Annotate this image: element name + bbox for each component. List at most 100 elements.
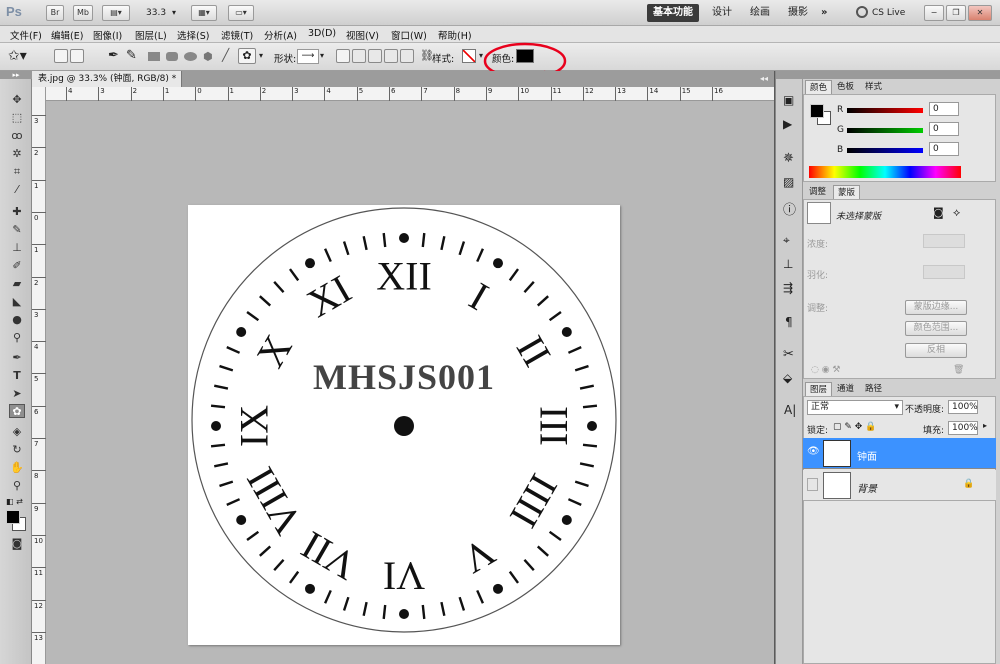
menu-analysis[interactable]: 分析(A) [264, 28, 297, 42]
tab-adjustments[interactable]: 调整 [805, 185, 830, 199]
subtract-shape-area-button[interactable] [368, 49, 382, 63]
brushes-panel-icon[interactable]: ⌖ [783, 233, 790, 248]
3d-rotate-icon[interactable]: ◈ [9, 425, 25, 439]
blue-slider[interactable] [847, 148, 923, 153]
workspace-essentials[interactable]: 基本功能 [647, 4, 699, 22]
shape-layers-button[interactable] [54, 49, 68, 63]
document-canvas[interactable]: XII I II III IIII V VI VII VIII IX X XI MHSJS001 [188, 205, 620, 645]
mask-delete-icon[interactable]: 🗑 [953, 365, 964, 375]
menu-select[interactable]: 选择(S) [177, 28, 209, 42]
path-selection-icon[interactable]: ➤ [9, 387, 25, 401]
tool-presets-icon[interactable]: ⇶ [783, 281, 793, 295]
workspace-design[interactable]: 设计 [706, 4, 738, 22]
vertical-ruler[interactable]: 3 2 1 0 1 2 3 4 5 6 7 8 9 10 11 12 13 [32, 87, 46, 664]
eyedropper-tool-icon[interactable]: ⁄ [9, 183, 25, 197]
healing-brush-icon[interactable]: ✚ [9, 205, 25, 219]
layer-row-background[interactable]: 背景 🔒 [803, 470, 996, 501]
panel-fg-swatch[interactable] [810, 104, 824, 118]
feather-field[interactable] [923, 265, 965, 279]
document-tab[interactable]: 表.jpg @ 33.3% (钟面, RGB/8) * × [32, 71, 182, 100]
character-panel-icon[interactable]: A| [784, 403, 796, 417]
animation-panel-icon[interactable]: ▨ [783, 175, 794, 189]
dodge-tool-icon[interactable]: ⚲ [9, 331, 25, 345]
minimize-button[interactable]: − [924, 5, 944, 21]
crop-tool-icon[interactable]: ⌗ [9, 165, 25, 179]
paragraph-panel-icon[interactable]: ¶ [785, 315, 793, 329]
fill-value[interactable]: 100% [948, 421, 978, 435]
tab-masks[interactable]: 蒙版 [833, 185, 861, 199]
menu-file[interactable]: 文件(F) [10, 28, 42, 42]
new-shape-layer-button[interactable] [336, 49, 350, 63]
tab-styles[interactable]: 样式 [861, 80, 886, 94]
history-panel-icon[interactable]: ▣ [783, 93, 794, 107]
rounded-rectangle-icon[interactable] [166, 52, 178, 61]
toolbox-collapse-icon[interactable]: ▸▸ [0, 71, 32, 79]
freeform-pen-icon[interactable]: ✎ [126, 48, 137, 63]
paths-button[interactable] [70, 49, 84, 63]
menu-filter[interactable]: 滤镜(T) [221, 28, 253, 42]
view-extras-button[interactable]: ▤▾ [102, 5, 130, 21]
zoom-tool-icon[interactable]: ⚲ [9, 479, 25, 493]
blue-value[interactable]: 0 [929, 142, 959, 156]
vector-mask-icon[interactable]: ⟡ [953, 206, 960, 220]
default-colors-icon[interactable]: ◧ ⇄ [6, 497, 23, 506]
clone-stamp-icon[interactable]: ⊥ [9, 241, 25, 255]
zoom-dropdown-icon[interactable]: ▾ [172, 8, 176, 17]
menu-layer[interactable]: 图层(L) [135, 28, 167, 42]
menu-edit[interactable]: 编辑(E) [51, 28, 83, 42]
green-value[interactable]: 0 [929, 122, 959, 136]
exclude-shape-area-button[interactable] [400, 49, 414, 63]
fill-dropdown-icon[interactable]: ▸ [983, 421, 987, 430]
style-picker-swatch[interactable] [462, 49, 476, 63]
cslive-icon[interactable] [856, 6, 868, 18]
mask-edge-button[interactable]: 蒙版边缘... [905, 300, 967, 315]
type-tool-icon[interactable]: T [9, 369, 25, 383]
color-range-button[interactable]: 颜色范围... [905, 321, 967, 336]
pixel-mask-icon[interactable]: ◙ [933, 206, 944, 219]
bridge-button[interactable]: Br [46, 5, 64, 21]
menu-3d[interactable]: 3D(D) [308, 28, 336, 39]
zoom-level[interactable]: 33.3 [146, 8, 166, 18]
restore-button[interactable]: ❐ [946, 5, 966, 21]
line-shape-icon[interactable]: ╱ [222, 48, 229, 62]
ellipse-shape-icon[interactable] [184, 52, 197, 61]
green-slider[interactable] [847, 128, 923, 133]
tab-channels[interactable]: 通道 [833, 382, 858, 396]
tool-preset-icon[interactable]: ✩▾ [8, 48, 27, 64]
tab-paths[interactable]: 路径 [861, 382, 886, 396]
shape-picker[interactable]: ⟶ [297, 49, 319, 64]
move-tool-icon[interactable]: ✥ [9, 93, 25, 107]
actions-panel-icon[interactable]: ▶ [783, 117, 792, 131]
info-panel-icon[interactable]: ⓘ [783, 199, 796, 218]
brush-tool-icon[interactable]: ✎ [9, 223, 25, 237]
density-field[interactable] [923, 234, 965, 248]
custom-shape-tool-icon[interactable]: ✿ [9, 404, 25, 418]
styles-panel-icon[interactable]: ⬙ [783, 371, 792, 385]
red-slider[interactable] [847, 108, 923, 113]
layer-name[interactable]: 钟面 [857, 448, 877, 463]
foreground-color-swatch[interactable] [6, 510, 20, 524]
pen-tool-sidebar-icon[interactable]: ✒ [9, 351, 25, 365]
shape-dropdown-icon[interactable]: ▾ [259, 51, 263, 60]
fill-pixels-button[interactable] [86, 49, 100, 63]
tab-swatches[interactable]: 色板 [833, 80, 858, 94]
eraser-tool-icon[interactable]: ▰ [9, 277, 25, 291]
horizontal-ruler[interactable]: 4 3 2 1 0 1 2 3 4 5 6 7 8 9 10 11 12 13 14 15 16 [46, 87, 774, 101]
menu-help[interactable]: 帮助(H) [438, 28, 472, 42]
tab-color[interactable]: 颜色 [805, 80, 833, 94]
hand-tool-icon[interactable]: ✋ [9, 461, 25, 475]
intersect-shape-area-button[interactable] [384, 49, 398, 63]
3d-orbit-icon[interactable]: ↻ [9, 443, 25, 457]
screen-mode-button[interactable]: ▭▾ [228, 5, 254, 21]
rectangle-shape-icon[interactable] [148, 52, 160, 61]
menu-window[interactable]: 窗口(W) [391, 28, 427, 42]
quick-selection-icon[interactable]: ✲ [9, 147, 25, 161]
mask-footer-icons[interactable]: ◌ ◉ ⚒ [811, 365, 841, 375]
clone-source-icon[interactable]: ⊥ [783, 257, 793, 271]
blend-mode-select[interactable]: 正常 ▾ [807, 400, 903, 415]
3d-panel-icon[interactable]: ✵ [783, 151, 794, 166]
lasso-tool-icon[interactable]: ꝏ [9, 129, 25, 143]
layer-row-clockface[interactable]: 👁 钟面 [803, 438, 996, 469]
quick-mask-icon[interactable]: ◙ [9, 537, 25, 551]
opacity-value[interactable]: 100% [948, 400, 978, 414]
